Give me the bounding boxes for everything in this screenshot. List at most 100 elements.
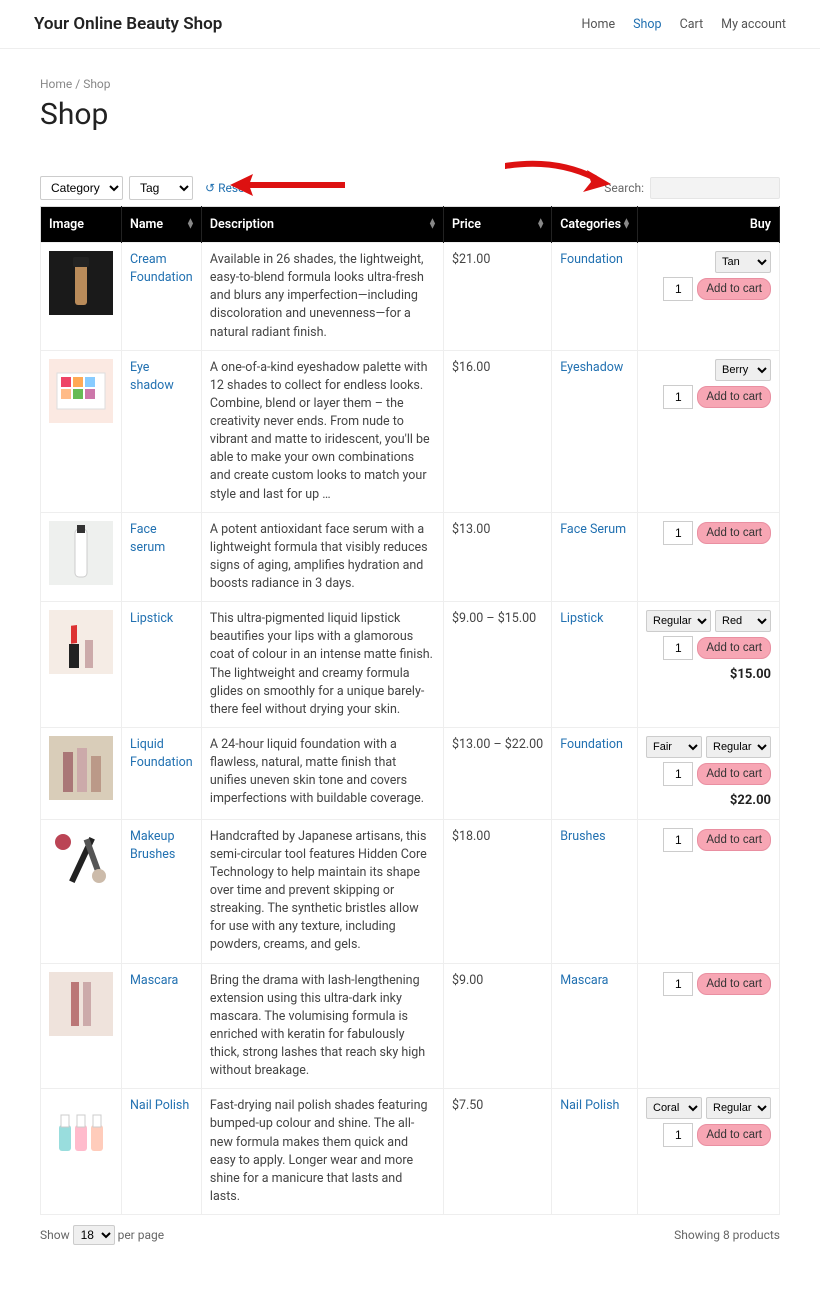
- table-row: Face serum A potent antioxidant face seru…: [41, 512, 780, 602]
- buy-controls: Add to cart: [646, 828, 771, 852]
- product-category-link[interactable]: Nail Polish: [560, 1098, 619, 1113]
- variation-select[interactable]: Regular: [706, 736, 771, 758]
- product-name-link[interactable]: Nail Polish: [130, 1098, 189, 1113]
- product-price: $13.00: [443, 512, 551, 602]
- table-row: Eye shadow A one-of-a-kind eyeshadow pale…: [41, 350, 780, 512]
- table-row: Lipstick This ultra-pigmented liquid lips…: [41, 602, 780, 728]
- variation-select[interactable]: Berry: [715, 359, 771, 381]
- product-category-link[interactable]: Face Serum: [560, 522, 626, 537]
- product-price: $18.00: [443, 819, 551, 963]
- add-to-cart-button[interactable]: Add to cart: [697, 1124, 771, 1146]
- category-filter[interactable]: Category: [40, 176, 123, 200]
- nav-account[interactable]: My account: [721, 17, 786, 32]
- buy-controls: Tan Add to cart: [646, 251, 771, 301]
- col-name[interactable]: Name▲▼: [122, 207, 202, 243]
- per-page-select[interactable]: 18: [73, 1225, 115, 1245]
- product-description: Bring the drama with lash-lengthening ex…: [201, 963, 443, 1089]
- variation-select[interactable]: Coral: [646, 1097, 702, 1119]
- product-name-link[interactable]: Face serum: [130, 522, 165, 555]
- product-name-link[interactable]: Eye shadow: [130, 360, 174, 393]
- quantity-input[interactable]: [663, 1123, 693, 1147]
- col-categories[interactable]: Categories▲▼: [552, 207, 638, 243]
- sort-icon: ▲▼: [428, 219, 437, 230]
- product-category-link[interactable]: Foundation: [560, 252, 623, 267]
- product-category-link[interactable]: Eyeshadow: [560, 360, 623, 375]
- page-title: Shop: [40, 97, 780, 132]
- add-to-cart-button[interactable]: Add to cart: [697, 278, 771, 300]
- table-row: Mascara Bring the drama with lash-lengthe…: [41, 963, 780, 1089]
- table-footer: Show 18 per page Showing 8 products: [40, 1225, 780, 1245]
- product-category-link[interactable]: Lipstick: [560, 611, 603, 626]
- product-description: A 24-hour liquid foundation with a flawl…: [201, 727, 443, 819]
- variation-select[interactable]: Red: [715, 610, 771, 632]
- quantity-input[interactable]: [663, 972, 693, 996]
- variation-select[interactable]: Tan: [715, 251, 771, 273]
- product-name-link[interactable]: Lipstick: [130, 611, 173, 626]
- reset-button[interactable]: ↺ Reset: [205, 181, 248, 195]
- add-to-cart-button[interactable]: Add to cart: [697, 522, 771, 544]
- product-price: $9.00: [443, 963, 551, 1089]
- col-image[interactable]: Image: [41, 207, 122, 243]
- sort-icon: ▲▼: [622, 219, 631, 230]
- variation-select[interactable]: Regular: [706, 1097, 771, 1119]
- col-buy: Buy: [637, 207, 779, 243]
- col-description[interactable]: Description▲▼: [201, 207, 443, 243]
- product-name-link[interactable]: Cream Foundation: [130, 252, 193, 285]
- per-page-control: Show 18 per page: [40, 1225, 164, 1245]
- product-thumbnail[interactable]: [49, 828, 113, 892]
- quantity-input[interactable]: [663, 828, 693, 852]
- col-price[interactable]: Price▲▼: [443, 207, 551, 243]
- product-thumbnail[interactable]: [49, 521, 113, 585]
- sort-icon: ▲▼: [536, 219, 545, 230]
- quantity-input[interactable]: [663, 762, 693, 786]
- add-to-cart-button[interactable]: Add to cart: [697, 829, 771, 851]
- product-category-link[interactable]: Foundation: [560, 737, 623, 752]
- toolbar: Category Tag ↺ Reset Search:: [40, 176, 780, 200]
- nav-cart[interactable]: Cart: [680, 17, 704, 32]
- undo-icon: ↺: [205, 181, 215, 195]
- add-to-cart-button[interactable]: Add to cart: [697, 763, 771, 785]
- buy-controls: FairRegular Add to cart $22.00: [646, 736, 771, 811]
- product-thumbnail[interactable]: [49, 251, 113, 315]
- table-row: Cream FoundationAvailable in 26 shades, …: [41, 243, 780, 351]
- variation-select[interactable]: Fair: [646, 736, 702, 758]
- variation-select[interactable]: Regular: [646, 610, 711, 632]
- product-thumbnail[interactable]: [49, 1097, 113, 1161]
- breadcrumb: Home / Shop: [40, 77, 780, 91]
- product-price: $9.00 – $15.00: [443, 602, 551, 728]
- buy-controls: CoralRegular Add to cart: [646, 1097, 771, 1147]
- nav-home[interactable]: Home: [581, 17, 615, 32]
- product-name-link[interactable]: Makeup Brushes: [130, 829, 175, 862]
- primary-nav: Home Shop Cart My account: [581, 17, 786, 32]
- product-description: This ultra-pigmented liquid lipstick bea…: [201, 602, 443, 728]
- product-category-link[interactable]: Mascara: [560, 973, 608, 988]
- product-name-link[interactable]: Mascara: [130, 973, 178, 988]
- quantity-input[interactable]: [663, 385, 693, 409]
- table-row: Nail PolishFast-drying nail polish shade…: [41, 1089, 780, 1215]
- table-row: Liquid FoundationA 24-hour liquid founda…: [41, 727, 780, 819]
- product-description: A potent antioxidant face serum with a l…: [201, 512, 443, 602]
- quantity-input[interactable]: [663, 636, 693, 660]
- product-category-link[interactable]: Brushes: [560, 829, 605, 844]
- product-thumbnail[interactable]: [49, 736, 113, 800]
- nav-shop[interactable]: Shop: [633, 17, 661, 32]
- product-description: A one-of-a-kind eyeshadow palette with 1…: [201, 350, 443, 512]
- product-price: $21.00: [443, 243, 551, 351]
- product-name-link[interactable]: Liquid Foundation: [130, 737, 193, 770]
- product-thumbnail[interactable]: [49, 972, 113, 1036]
- product-description: Handcrafted by Japanese artisans, this s…: [201, 819, 443, 963]
- add-to-cart-button[interactable]: Add to cart: [697, 637, 771, 659]
- buy-controls: Add to cart: [646, 521, 771, 545]
- quantity-input[interactable]: [663, 277, 693, 301]
- quantity-input[interactable]: [663, 521, 693, 545]
- search-input[interactable]: [650, 177, 780, 199]
- product-thumbnail[interactable]: [49, 610, 113, 674]
- buy-controls: RegularRed Add to cart $15.00: [646, 610, 771, 685]
- showing-count: Showing 8 products: [674, 1228, 780, 1242]
- add-to-cart-button[interactable]: Add to cart: [697, 386, 771, 408]
- product-price: $7.50: [443, 1089, 551, 1215]
- product-thumbnail[interactable]: [49, 359, 113, 423]
- add-to-cart-button[interactable]: Add to cart: [697, 973, 771, 995]
- table-row: Makeup Brushes Handcrafted by Japanese ar…: [41, 819, 780, 963]
- tag-filter[interactable]: Tag: [129, 176, 193, 200]
